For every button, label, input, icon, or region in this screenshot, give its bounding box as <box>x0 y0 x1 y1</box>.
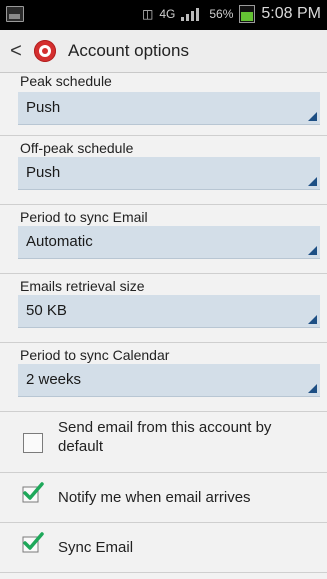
send-default-checkbox[interactable] <box>23 433 43 453</box>
setting-label: Peak schedule <box>20 73 112 89</box>
dropdown-value: Push <box>26 164 61 181</box>
settings-list: Peak schedule Push Off-peak schedule Pus… <box>0 73 327 579</box>
lte-icon: 4G <box>159 7 176 21</box>
signal-icon <box>181 7 203 21</box>
emails-retrieval-size-dropdown[interactable]: 50 KB <box>18 295 320 328</box>
send-default-checkbox-row[interactable]: Send email from this account by default <box>0 412 327 473</box>
checkmark-icon[interactable] <box>22 481 44 503</box>
dropdown-value: 2 weeks <box>26 371 82 388</box>
period-to-sync-calendar-dropdown[interactable]: 2 weeks <box>18 364 320 397</box>
period-to-sync-email-dropdown[interactable]: Automatic <box>18 226 320 259</box>
dropdown-indicator-icon <box>308 112 317 121</box>
dropdown-indicator-icon <box>308 315 317 324</box>
setting-emails-retrieval-size: Emails retrieval size 50 KB <box>0 274 327 343</box>
dropdown-indicator-icon <box>308 177 317 186</box>
dropdown-value: 50 KB <box>26 302 67 319</box>
back-arrow-icon[interactable]: < <box>4 40 28 63</box>
nfc-icon: ◫ <box>142 7 154 21</box>
action-bar: < Account options <box>0 30 327 73</box>
off-peak-schedule-dropdown[interactable]: Push <box>18 157 320 190</box>
setting-period-to-sync-calendar: Period to sync Calendar 2 weeks <box>0 343 327 412</box>
setting-period-to-sync-email: Period to sync Email Automatic <box>0 205 327 274</box>
gallery-thumbnail-icon <box>6 6 24 22</box>
battery-percent: 56% <box>209 7 234 21</box>
checkbox-label: Notify me when email arrives <box>58 489 251 506</box>
setting-peak-schedule: Peak schedule Push <box>0 73 327 136</box>
battery-icon <box>239 5 256 23</box>
dropdown-indicator-icon <box>308 246 317 255</box>
email-app-logo <box>34 40 56 62</box>
page-title: Account options <box>68 41 189 60</box>
sync-email-checkbox-row[interactable]: Sync Email <box>0 523 327 573</box>
clock: 5:08 PM <box>261 5 321 22</box>
peak-schedule-dropdown[interactable]: Push <box>18 92 320 125</box>
setting-off-peak-schedule: Off-peak schedule Push <box>0 136 327 205</box>
status-icons: ◫ 4G 56% 5:08 PM <box>142 5 321 23</box>
dropdown-value: Push <box>26 99 61 116</box>
setting-label: Period to sync Calendar <box>20 347 170 363</box>
checkbox-label: Send email from this account by default <box>58 419 272 455</box>
setting-label: Off-peak schedule <box>20 140 134 156</box>
dropdown-value: Automatic <box>26 233 93 250</box>
dropdown-indicator-icon <box>308 384 317 393</box>
checkmark-icon[interactable] <box>22 531 44 553</box>
setting-label: Period to sync Email <box>20 209 148 225</box>
notify-checkbox-row[interactable]: Notify me when email arrives <box>0 473 327 523</box>
setting-label: Emails retrieval size <box>20 278 145 294</box>
checkbox-label: Sync Email <box>58 539 134 556</box>
status-bar: ◫ 4G 56% 5:08 PM <box>0 0 327 30</box>
